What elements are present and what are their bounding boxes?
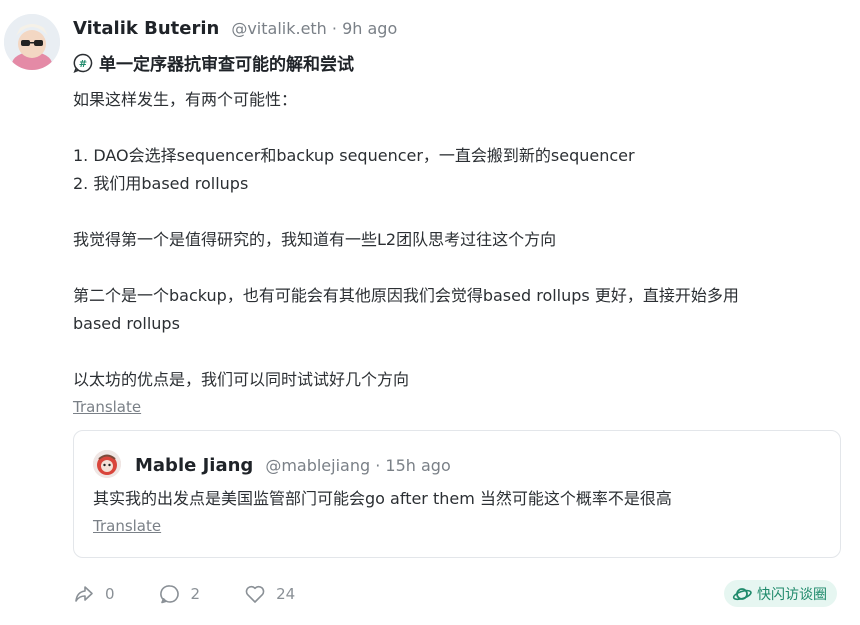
planet-icon — [732, 587, 752, 600]
comment-bubble-icon — [159, 585, 179, 604]
quote-translate-link[interactable]: Translate — [93, 517, 161, 535]
hashtag-bubble-icon: # — [73, 53, 93, 73]
translate-link[interactable]: Translate — [73, 398, 141, 416]
heart-icon — [245, 585, 265, 603]
author-handle-time[interactable]: @vitalik.eth · 9h ago — [231, 19, 397, 38]
quote-body: 其实我的出发点是美国监管部门可能会go after them 当然可能这个概率不… — [93, 489, 672, 508]
author-name[interactable]: Vitalik Buterin — [73, 18, 219, 39]
channel-chip[interactable]: 快闪访谈圈 — [724, 580, 837, 607]
quote-header: Mable Jiang @mablejiang · 15h ago — [135, 451, 451, 479]
share-arrow-icon — [75, 586, 93, 602]
quote-author-avatar[interactable] — [93, 450, 121, 478]
recast-button[interactable]: 0 — [73, 583, 115, 605]
action-bar: 0 2 24 — [73, 578, 339, 610]
recast-count: 0 — [105, 585, 115, 603]
channel-chip-label: 快闪访谈圈 — [757, 586, 827, 603]
post-header: Vitalik Buterin @vitalik.eth · 9h ago — [73, 14, 397, 42]
quote-author-name[interactable]: Mable Jiang — [135, 455, 253, 476]
quoted-cast[interactable]: Mable Jiang @mablejiang · 15h ago 其实我的出发… — [73, 430, 841, 558]
like-button[interactable]: 24 — [244, 583, 295, 605]
channel-tag[interactable]: # 单一定序器抗审查可能的解和尝试 — [73, 50, 354, 75]
post-body: 如果这样发生，有两个可能性： 1. DAO会选择sequencer和backup… — [73, 90, 739, 389]
quote-author-handle-time[interactable]: @mablejiang · 15h ago — [265, 456, 450, 475]
like-count: 24 — [276, 585, 296, 603]
reply-button[interactable]: 2 — [159, 583, 201, 605]
svg-text:#: # — [79, 59, 87, 70]
author-avatar[interactable] — [4, 14, 60, 70]
reply-count: 2 — [190, 585, 201, 603]
channel-name: 单一定序器抗审查可能的解和尝试 — [99, 55, 354, 75]
